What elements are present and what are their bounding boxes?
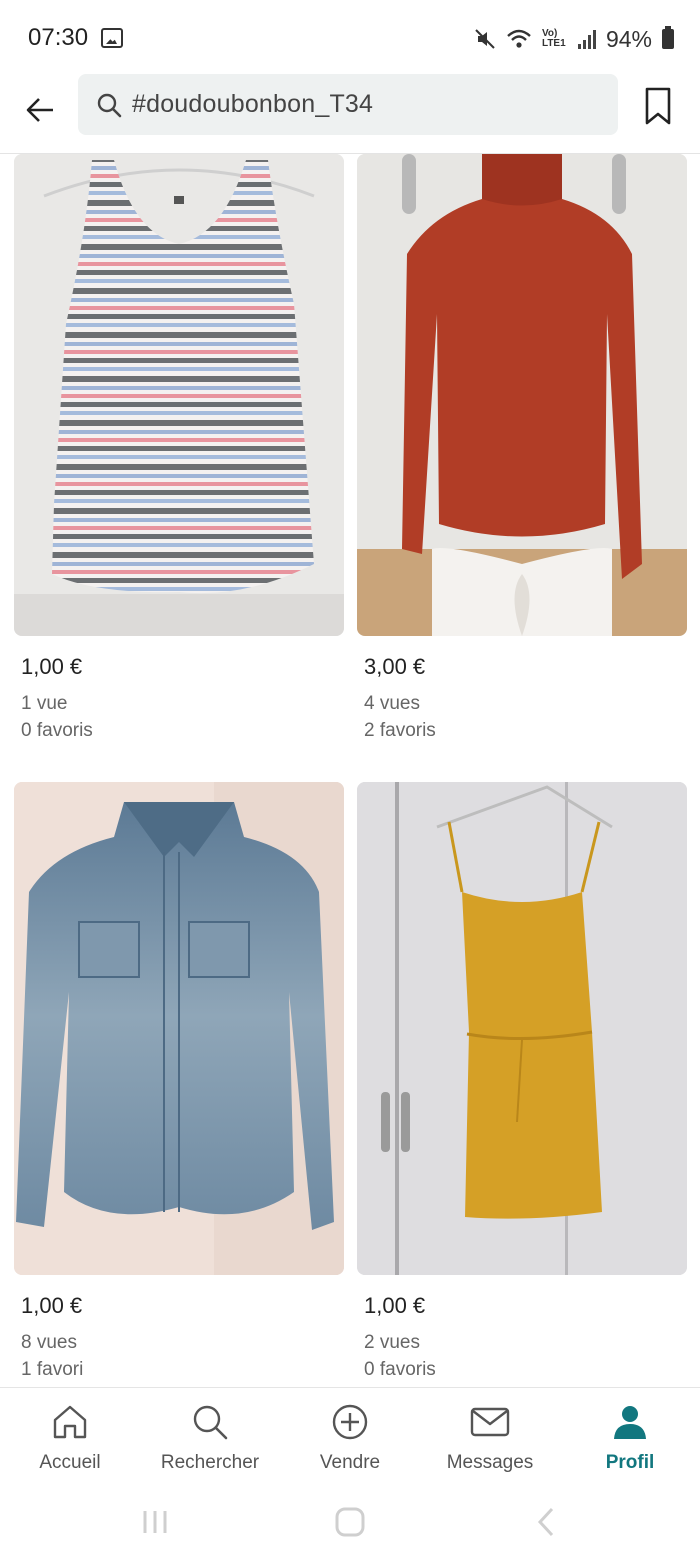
mute-icon	[475, 29, 495, 49]
listing-photo[interactable]	[14, 782, 344, 1275]
save-search-button[interactable]	[634, 84, 682, 128]
listing-card[interactable]: 1,00 € 2 vues 0 favoris	[357, 782, 687, 1383]
denim-shirt-image	[14, 782, 344, 1275]
nav-messages[interactable]: Messages	[420, 1402, 560, 1488]
plus-circle-icon	[330, 1402, 370, 1442]
nav-label: Profil	[605, 1452, 655, 1473]
back-button[interactable]	[16, 86, 64, 134]
nav-label: Accueil	[39, 1452, 101, 1473]
gallery-notification-icon	[101, 28, 123, 48]
listing-price: 1,00 €	[21, 654, 83, 679]
listing-views: 1 vue	[21, 693, 68, 714]
listing-favorites: 2 favoris	[364, 720, 436, 741]
mail-icon	[470, 1402, 510, 1442]
home-button[interactable]	[328, 1500, 372, 1544]
nav-search[interactable]: Rechercher	[140, 1402, 280, 1488]
listing-photo[interactable]	[357, 154, 687, 636]
battery-icon	[662, 26, 674, 49]
listing-price: 3,00 €	[364, 654, 426, 679]
search-icon	[97, 93, 122, 117]
arrow-left-icon	[26, 98, 53, 122]
nav-label: Vendre	[319, 1452, 381, 1473]
bookmark-icon	[645, 87, 671, 125]
recent-apps-icon	[143, 1511, 167, 1533]
recent-apps-button[interactable]	[133, 1500, 177, 1544]
home-icon	[50, 1402, 90, 1442]
striped-tank-top-image	[14, 154, 344, 636]
listing-photo[interactable]	[357, 782, 687, 1275]
nav-home[interactable]: Accueil	[0, 1402, 140, 1488]
bottom-navigation: Accueil Rechercher Vendre Messages Profi…	[0, 1387, 700, 1492]
red-turtleneck-image	[357, 154, 687, 636]
system-back-button[interactable]	[524, 1500, 568, 1544]
status-time: 07:30	[28, 24, 89, 51]
listing-favorites: 1 favori	[21, 1359, 84, 1380]
listing-price: 1,00 €	[364, 1293, 426, 1318]
listing-card[interactable]: 1,00 € 1 vue 0 favoris	[14, 154, 344, 744]
listing-favorites: 0 favoris	[21, 720, 93, 741]
listing-favorites: 0 favoris	[364, 1359, 436, 1380]
search-input[interactable]: #doudoubonbon_T34	[78, 74, 618, 135]
listing-price: 1,00 €	[21, 1293, 83, 1318]
search-query: #doudoubonbon_T34	[132, 90, 374, 118]
top-bar: #doudoubonbon_T34	[0, 74, 700, 154]
home-square-icon	[335, 1507, 365, 1537]
system-navigation-bar	[0, 1492, 700, 1556]
chevron-left-icon	[537, 1507, 554, 1537]
listing-views: 4 vues	[364, 693, 420, 714]
nav-sell[interactable]: Vendre	[280, 1402, 420, 1488]
status-bar: 07:30 Vo) LTE1 94%	[0, 0, 700, 76]
signal-icon	[577, 29, 596, 49]
listing-views: 2 vues	[364, 1332, 420, 1353]
person-icon	[610, 1402, 650, 1442]
nav-label: Rechercher	[160, 1452, 260, 1473]
listing-card[interactable]: 3,00 € 4 vues 2 favoris	[357, 154, 687, 744]
listing-photo[interactable]	[14, 154, 344, 636]
search-icon	[190, 1402, 230, 1442]
mustard-dress-image	[357, 782, 687, 1275]
battery-percent: 94%	[605, 25, 652, 52]
nav-profile[interactable]: Profil	[560, 1402, 700, 1488]
listing-card[interactable]: 1,00 € 8 vues 1 favori	[14, 782, 344, 1383]
status-icons: Vo) LTE1 94%	[474, 22, 674, 56]
nav-label: Messages	[446, 1452, 534, 1473]
wifi-icon	[507, 29, 531, 48]
network-label: Vo) LTE1	[541, 28, 566, 49]
listing-views: 8 vues	[21, 1332, 77, 1353]
